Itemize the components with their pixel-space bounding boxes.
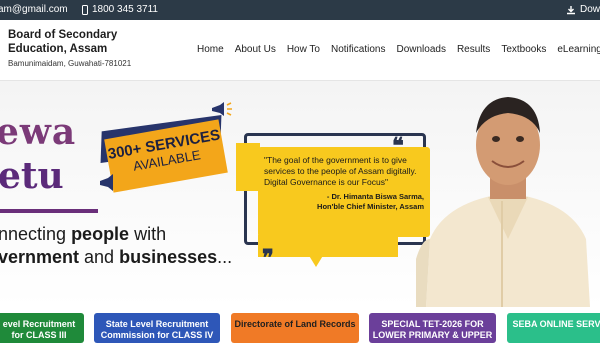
megaphone-icon <box>100 174 121 191</box>
quote-tail <box>300 241 332 267</box>
nav-item-home[interactable]: Home <box>197 44 224 55</box>
quote-open-icon: ❝ <box>392 133 404 159</box>
card-recruitment-class-iii[interactable]: evel Recruitment for CLASS III <box>0 313 84 343</box>
top-contact-bar: am@gmail.com 1800 345 3711 Dow <box>0 0 600 20</box>
site-title[interactable]: Board of Secondary Education, Assam <box>8 28 148 56</box>
quote-accent <box>236 143 260 191</box>
contact-phone[interactable]: 1800 345 3711 <box>82 4 158 15</box>
nav-item-results[interactable]: Results <box>457 44 490 55</box>
nav-item-how-to[interactable]: How To <box>287 44 320 55</box>
cm-quote: "The goal of the government is to give s… <box>258 147 430 237</box>
download-icon <box>567 5 575 14</box>
service-cards: evel Recruitment for CLASS III State Leve… <box>0 313 600 343</box>
card-land-records[interactable]: Directorate of Land Records <box>231 313 359 343</box>
hero-tagline-line1: nnecting people with <box>0 224 167 244</box>
quote-author: - Dr. Himanta Biswa Sarma, Hon'ble Chief… <box>317 192 424 211</box>
nav-item-elearning[interactable]: eLearning <box>557 44 600 55</box>
quote-close-icon: ❞ <box>262 245 274 271</box>
brand-sewa: ewa <box>0 111 77 153</box>
card-special-tet[interactable]: SPECIAL TET-2026 FOR LOWER PRIMARY & UPPE… <box>369 313 496 343</box>
card-seba-online[interactable]: SEBA ONLINE SERV <box>507 313 600 343</box>
phone-icon <box>82 4 88 15</box>
quote-text: "The goal of the government is to give s… <box>264 155 417 187</box>
brand-underline <box>0 209 98 213</box>
nav-item-notifications[interactable]: Notifications <box>331 44 385 55</box>
card-recruitment-class-iv[interactable]: State Level Recruitment Commission for CL… <box>94 313 220 343</box>
brand-setu: etu <box>0 155 64 197</box>
download-label: Dow <box>580 4 600 15</box>
hero-banner: ewa etu nnecting people with vernment an… <box>0 81 600 307</box>
contact-email[interactable]: am@gmail.com <box>0 4 68 15</box>
download-link[interactable]: Dow <box>566 4 600 15</box>
site-header: Board of Secondary Education, Assam Bamu… <box>0 20 600 81</box>
nav-item-textbooks[interactable]: Textbooks <box>501 44 546 55</box>
site-address: Bamunimaidam, Guwahati-781021 <box>8 59 132 68</box>
megaphone-icon <box>212 102 232 116</box>
hero-tagline-line2: vernment and businesses... <box>0 247 233 267</box>
nav-item-downloads[interactable]: Downloads <box>396 44 445 55</box>
chief-minister-photo <box>416 97 590 307</box>
main-nav: Home About Us How To Notifications Downl… <box>197 44 600 55</box>
nav-item-about-us[interactable]: About Us <box>235 44 276 55</box>
contact-phone-number: 1800 345 3711 <box>92 4 158 15</box>
